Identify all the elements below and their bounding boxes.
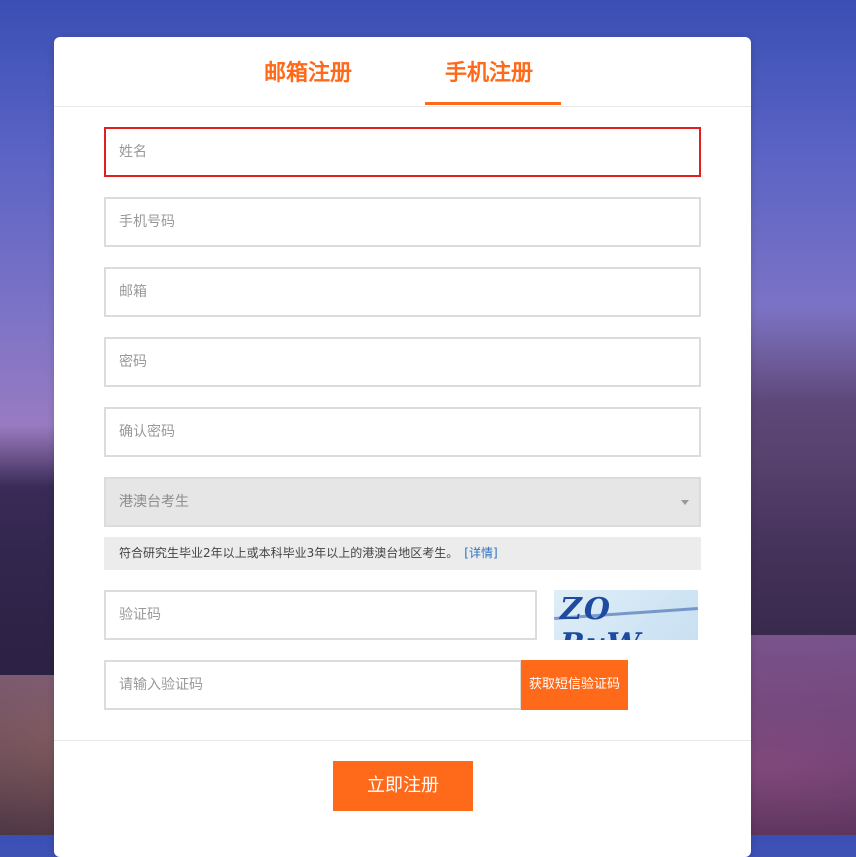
form-divider xyxy=(54,740,751,741)
active-tab-indicator xyxy=(425,102,561,105)
phone-input[interactable]: 手机号码 xyxy=(104,197,701,247)
candidate-hint-text: 符合研究生毕业2年以上或本科毕业3年以上的港澳台地区考生。 xyxy=(119,546,459,560)
password-input[interactable]: 密码 xyxy=(104,337,701,387)
tab-phone-register[interactable]: 手机注册 xyxy=(445,55,533,87)
register-card: 邮箱注册 手机注册 姓名 手机号码 邮箱 密码 确认密码 港澳台考生 符合研究生… xyxy=(54,37,751,857)
captcha-input[interactable]: 验证码 xyxy=(104,590,537,640)
background-city-left xyxy=(0,425,56,675)
candidate-type-select[interactable]: 港澳台考生 xyxy=(104,477,701,527)
register-tabs: 邮箱注册 手机注册 xyxy=(54,37,751,107)
chevron-down-icon xyxy=(681,500,689,505)
candidate-hint: 符合研究生毕业2年以上或本科毕业3年以上的港澳台地区考生。 [详情] xyxy=(104,537,701,570)
tab-email-register[interactable]: 邮箱注册 xyxy=(264,55,352,87)
email-input[interactable]: 邮箱 xyxy=(104,267,701,317)
captcha-image[interactable]: ZO RvW xyxy=(554,590,698,640)
sms-code-input[interactable]: 请输入验证码 xyxy=(104,660,522,710)
background-city-right xyxy=(750,305,856,635)
register-submit-button[interactable]: 立即注册 xyxy=(333,761,473,811)
details-link[interactable]: [详情] xyxy=(464,546,497,560)
confirm-password-input[interactable]: 确认密码 xyxy=(104,407,701,457)
candidate-type-value: 港澳台考生 xyxy=(119,494,189,510)
name-input[interactable]: 姓名 xyxy=(104,127,701,177)
get-sms-code-button[interactable]: 获取短信验证码 xyxy=(521,660,628,710)
